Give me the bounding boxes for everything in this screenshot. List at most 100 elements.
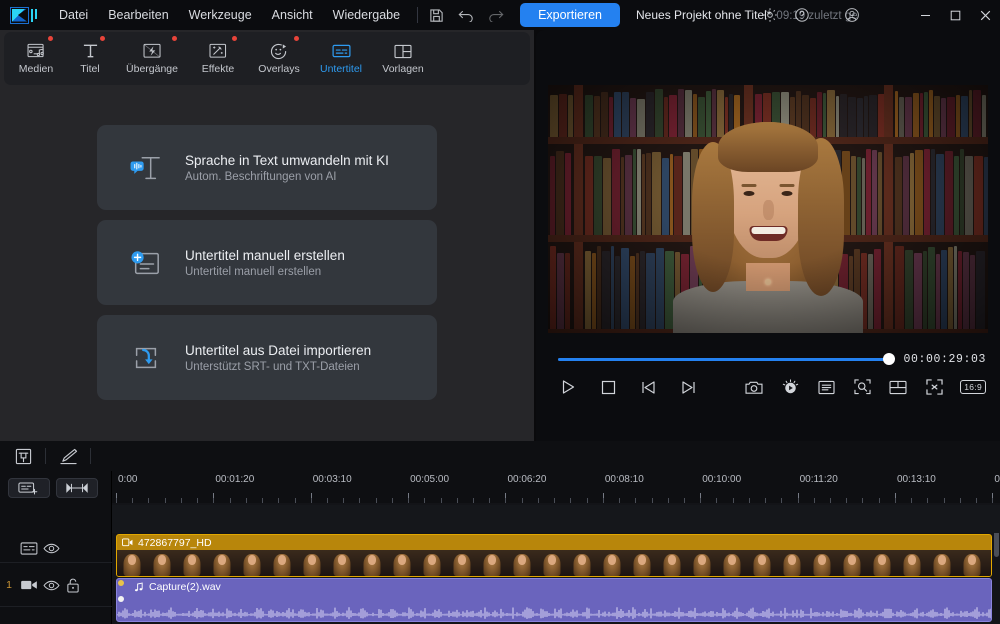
video-preview[interactable] [548,85,988,333]
seek-handle[interactable] [883,353,895,365]
ruler-tick-minor [376,498,377,503]
track-subtitle[interactable] [112,505,1000,533]
tab-effekte[interactable]: Effekte [188,34,248,83]
timeline-tracks-area[interactable]: 0:00 00:01:20 00:03:10 00:05:00 00:06:20 00:0… [112,471,1000,624]
ruler-tick-minor [295,498,296,503]
filmstrip-frame [687,550,717,576]
eye-visible-icon[interactable] [40,575,62,595]
filmstrip-frame [807,550,837,576]
menu-item-bearbeiten[interactable]: Bearbeiten [99,4,177,26]
track-audio[interactable]: Capture(2).wav [112,578,1000,624]
panel-tabbar: Medien Titel Übergänge Effekte Overlays … [4,32,530,85]
ruler-tick-minor [830,498,831,503]
track-header-subtitle[interactable] [0,535,112,563]
card-import-from-file[interactable]: Untertitel aus Datei importieren Unterst… [97,315,437,400]
title-bar: Datei Bearbeiten Werkzeuge Ansicht Wiede… [0,0,1000,30]
camera-video-icon[interactable] [18,575,40,595]
minimize-button[interactable] [910,0,940,30]
seek-slider[interactable] [558,358,889,361]
audio-clip[interactable]: Capture(2).wav [116,578,992,622]
play-button[interactable] [558,377,578,397]
undo-icon[interactable] [458,7,474,23]
marker-icon[interactable] [10,445,36,467]
timeline-ruler[interactable]: 0:00 00:01:20 00:03:10 00:05:00 00:06:20 00:0… [112,471,1000,503]
ruler-tick-minor [960,498,961,503]
add-track-button[interactable] [8,478,50,498]
prev-frame-button[interactable] [638,377,658,397]
ruler-label: 00:08:10 [605,474,644,485]
tab-uebergaenge[interactable]: Übergänge [116,34,188,83]
ruler-tick-minor [992,498,993,503]
pen-icon[interactable] [55,445,81,467]
tab-overlays[interactable]: Overlays [248,34,310,83]
track-header-video[interactable]: 1 [0,564,112,607]
split-view-button[interactable] [888,377,908,397]
timeline-head-buttons [0,471,112,505]
filmstrip-frame [507,550,537,576]
caption-icon[interactable] [18,539,40,559]
filmstrip-frame [957,550,987,576]
stop-button[interactable] [598,377,618,397]
ruler-tick-minor [392,498,393,503]
ruler-label: 00:06:20 [507,474,546,485]
zoom-button[interactable] [852,377,872,397]
clip-name: Capture(2).wav [149,581,221,593]
timeline-toolbar [0,441,1000,471]
clip-name: 472867797_HD [138,537,212,549]
help-question-icon[interactable] [794,7,810,23]
eye-visible-icon[interactable] [40,539,62,559]
menu-item-werkzeuge[interactable]: Werkzeuge [180,4,261,26]
ruler-tick-minor [278,498,279,503]
left-panel: Medien Titel Übergänge Effekte Overlays … [0,30,534,441]
save-icon[interactable] [428,7,444,23]
filmstrip-frame [777,550,807,576]
filmstrip-frame [657,550,687,576]
clip-label: Capture(2).wav [129,579,991,594]
video-clip[interactable]: 472867797_HD [116,534,992,577]
record-gif-button[interactable] [780,377,800,397]
account-avatar-icon[interactable] [844,7,860,23]
tab-vorlagen[interactable]: Vorlagen [372,34,434,83]
fullscreen-button[interactable] [924,377,944,397]
card-title: Sprache in Text umwandeln mit KI [185,153,389,168]
export-button[interactable]: Exportieren [520,3,620,27]
card-subtitle: Autom. Beschriftungen von AI [185,171,389,183]
title-text-icon [80,42,100,60]
settings-gear-icon[interactable] [762,7,778,23]
ruler-label: 00:03:10 [313,474,352,485]
ruler-tick-minor [213,498,214,503]
filmstrip-frame [627,550,657,576]
ruler-label: 00:13:10 [897,474,936,485]
filmstrip-frame [237,550,267,576]
tab-untertitel[interactable]: Untertitel [310,34,372,83]
aspect-ratio-button[interactable]: 16:9 [960,380,986,394]
close-button[interactable] [970,0,1000,30]
ruler-tick-minor [327,498,328,503]
playlist-button[interactable] [816,377,836,397]
ruler-tick-minor [181,498,182,503]
next-frame-button[interactable] [678,377,698,397]
tab-label: Übergänge [126,63,178,75]
card-speech-to-text[interactable]: Sprache in Text umwandeln mit KI Autom. … [97,125,437,210]
menu-item-ansicht[interactable]: Ansicht [263,4,322,26]
track-header-audio[interactable]: 1 [0,608,112,624]
tab-medien[interactable]: Medien [8,34,64,83]
menu-item-wiedergabe[interactable]: Wiedergabe [324,4,409,26]
fit-timeline-button[interactable] [56,478,98,498]
maximize-button[interactable] [940,0,970,30]
card-create-manually[interactable]: Untertitel manuell erstellen Untertitel … [97,220,437,305]
menu-item-datei[interactable]: Datei [50,4,97,26]
clip-handle-start[interactable] [118,580,124,586]
filmstrip-frame [867,550,897,576]
filmstrip-frame [597,550,627,576]
media-icon [26,42,46,60]
card-text: Untertitel aus Datei importieren Unterst… [185,343,371,373]
ruler-tick-minor [603,498,604,503]
title-bar-right [762,0,1000,30]
tab-titel[interactable]: Titel [64,34,116,83]
ruler-tick-minor [911,498,912,503]
track-video[interactable]: 472867797_HD [112,534,1000,577]
snapshot-button[interactable] [744,377,764,397]
redo-icon[interactable] [488,7,504,23]
lock-open-icon[interactable] [62,575,84,595]
